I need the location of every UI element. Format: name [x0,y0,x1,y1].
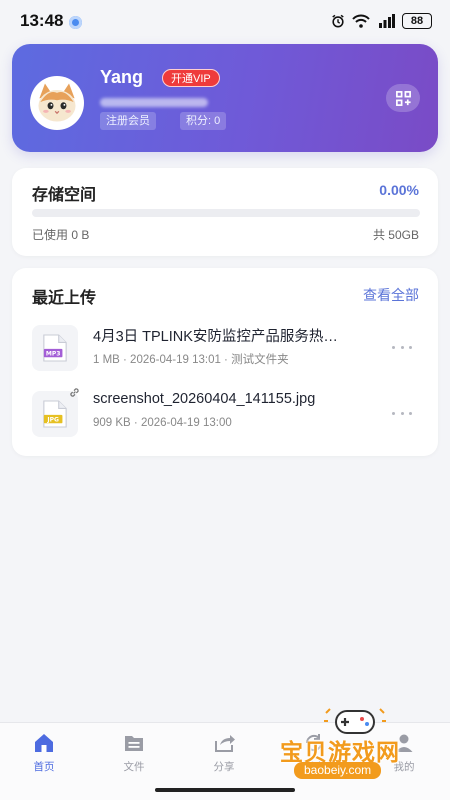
more-options-button[interactable] [392,406,412,420]
tab-label: 文件 [123,761,145,773]
status-bar: 13:48 88 [0,0,450,42]
more-icon-dot [409,345,412,349]
more-icon-dot [392,345,395,349]
battery-indicator: 88 [402,13,432,29]
more-icon-dot [392,411,395,415]
svg-text:MP3: MP3 [46,351,61,358]
file-meta: 1 MB · 2026-04-19 13:01 · 测试文件夹 [93,354,289,366]
tab-label: 我的 [393,761,415,773]
vip-upgrade-button[interactable]: 开通VIP [162,69,220,87]
tab-files[interactable]: 文件 [104,731,164,774]
file-thumbnail: MP3 [32,325,78,371]
jpg-file-icon: JPG [43,400,67,428]
storage-used: 已使用 0 B [32,228,90,242]
more-options-button[interactable] [392,340,412,354]
recent-uploads-title: 最近上传 [32,290,97,307]
svg-text:JPG: JPG [46,417,59,424]
tab-label: 首页 [33,761,55,773]
cat-avatar-image [32,78,82,128]
status-time: 13:48 [20,11,64,30]
tab-mine[interactable]: 我的 [374,731,434,774]
storage-card[interactable]: 存储空间 0.00% 已使用 0 B 共 50GB [12,168,438,256]
wifi-icon [352,14,370,28]
signal-icon [379,14,395,28]
file-list-item[interactable]: MP3 4月3日 TPLINK安防监控产品服务热… 1 MB · 2026-04… [12,316,438,380]
user-name: Yang [100,67,144,87]
status-icons: 88 [331,13,432,29]
blurred-email [100,98,208,107]
profile-card[interactable]: Yang 开通VIP 注册会员 积分: 0 [12,44,438,152]
tab-share[interactable]: 分享 [194,731,254,774]
storage-percent: 0.00% [379,182,419,198]
scan-add-button[interactable] [386,84,420,112]
more-icon-dot [400,345,404,349]
file-name: screenshot_20260404_141155.jpg [93,391,316,407]
tab-sync[interactable]: 同步 [284,731,344,774]
tab-label: 分享 [213,761,235,773]
link-icon [70,388,79,397]
share-icon [215,735,235,752]
points-tag: 积分: 0 [180,112,227,130]
alarm-icon [332,14,344,28]
view-all-link[interactable]: 查看全部 [363,285,419,305]
recent-uploads-card: 最近上传 查看全部 MP3 4月3日 TPLINK安防监控产品服务热… 1 MB… [12,268,438,456]
scan-add-icon [395,90,411,106]
tab-home[interactable]: 首页 [14,731,74,774]
storage-total: 共 50GB [372,228,419,242]
member-tag: 注册会员 [100,112,156,130]
tab-label: 同步 [303,761,325,773]
home-icon [35,734,53,752]
mp3-file-icon: MP3 [43,334,67,362]
storage-title: 存储空间 [32,187,97,204]
file-meta: 909 KB · 2026-04-19 13:00 [93,417,232,429]
file-name: 4月3日 TPLINK安防监控产品服务热… [93,329,338,345]
sync-icon [305,734,323,752]
avatar[interactable] [30,76,84,130]
more-icon-dot [400,411,404,415]
home-indicator[interactable] [155,788,295,792]
user-icon [395,734,413,752]
file-list-item[interactable]: JPG screenshot_20260404_141155.jpg 909 K… [12,382,438,446]
notification-app-icon [69,15,83,29]
storage-progress-bar [32,209,420,217]
files-icon [125,736,143,751]
more-icon-dot [409,411,412,415]
